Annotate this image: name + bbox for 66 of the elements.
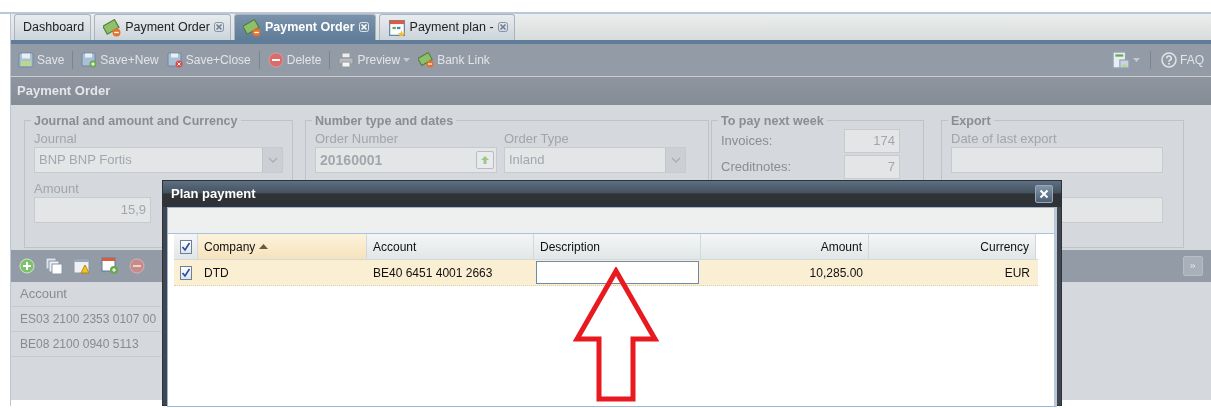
remove-icon[interactable] xyxy=(129,258,145,274)
count-field: 7 xyxy=(844,155,900,179)
close-icon[interactable] xyxy=(213,21,224,32)
caret-icon xyxy=(403,58,411,62)
calendar-add-icon[interactable] xyxy=(101,257,119,275)
table-cell-text: DTD xyxy=(203,264,230,282)
column-header[interactable]: Account xyxy=(367,234,534,259)
table-cell: BE08 2100 0940 5113 xyxy=(11,332,161,357)
caret-icon xyxy=(1133,58,1140,62)
dialog-title: Plan payment xyxy=(171,185,256,204)
chevron-down-icon xyxy=(267,157,278,163)
field-label: Creditnotes: xyxy=(721,158,792,177)
panel-title: Payment Order xyxy=(17,82,111,101)
calculator-icon xyxy=(1112,51,1130,69)
toolbar-button[interactable]: Bank Link xyxy=(415,49,493,71)
banknote-icon xyxy=(242,18,261,37)
checkbox[interactable] xyxy=(179,239,192,254)
checkbox[interactable] xyxy=(180,265,192,280)
close-icon[interactable] xyxy=(497,21,508,32)
column-header[interactable]: Amount xyxy=(701,234,869,259)
calculator-menu-button[interactable] xyxy=(1109,49,1143,71)
close-icon xyxy=(1039,189,1049,199)
amount-field[interactable]: 15,9 xyxy=(34,197,151,223)
table-cell-text: 10,285.00 xyxy=(808,264,864,282)
chevron-down-icon xyxy=(670,157,681,163)
toolbar-button[interactable]: Preview xyxy=(335,49,414,71)
journal-dropdown[interactable]: BNP BNP Fortis xyxy=(34,147,283,173)
calendar-icon xyxy=(387,18,406,37)
table-cell-text: EUR xyxy=(1003,264,1031,282)
floppy-disk-plus-icon xyxy=(81,52,98,68)
double-chevron-icon xyxy=(1190,262,1196,270)
printer-icon xyxy=(338,52,355,68)
tab[interactable]: Payment Order xyxy=(233,14,376,40)
minus-circle-icon xyxy=(267,52,284,68)
copy-pages-icon[interactable] xyxy=(45,257,63,275)
toolbar-button[interactable]: Save+Close xyxy=(163,49,254,71)
increment-button[interactable] xyxy=(476,151,494,169)
count-field: 174 xyxy=(844,129,900,153)
column-header[interactable]: Description xyxy=(534,234,701,259)
toolbar-button[interactable]: Save+New xyxy=(78,49,162,71)
floppy-disk-cross-icon xyxy=(166,52,183,68)
table-cell: ES03 2100 2353 0107 00 xyxy=(11,307,161,332)
warning-page-icon[interactable] xyxy=(73,257,91,275)
table-cell-text: BE40 6451 4001 2663 xyxy=(372,264,494,282)
add-icon[interactable] xyxy=(19,258,35,274)
check-icon xyxy=(181,267,191,278)
column-header[interactable]: Currency xyxy=(869,234,1036,259)
tab[interactable]: Payment plan - xyxy=(378,14,515,40)
banknote-icon xyxy=(103,18,122,37)
check-icon xyxy=(180,241,191,252)
faq-button[interactable]: FAQ xyxy=(1158,49,1207,71)
help-icon xyxy=(1161,52,1177,68)
column-header[interactable]: Company xyxy=(198,234,367,259)
toolbar-button[interactable]: Delete xyxy=(264,49,325,71)
toolbar-button[interactable]: Save xyxy=(15,49,68,71)
banknote-icon xyxy=(418,52,435,68)
description-input[interactable] xyxy=(536,261,699,284)
close-button[interactable] xyxy=(1035,185,1053,203)
export-date-field[interactable] xyxy=(951,147,1163,173)
up-arrow-icon xyxy=(480,155,490,165)
tab[interactable]: Payment Order xyxy=(94,14,231,40)
order-type-dropdown[interactable]: Inland xyxy=(504,147,686,173)
field-label: Invoices: xyxy=(721,132,773,151)
tab[interactable]: Dashboard xyxy=(14,14,92,40)
order-number-field[interactable]: 20160001 xyxy=(315,147,497,173)
column-header[interactable]: Account xyxy=(11,282,161,307)
